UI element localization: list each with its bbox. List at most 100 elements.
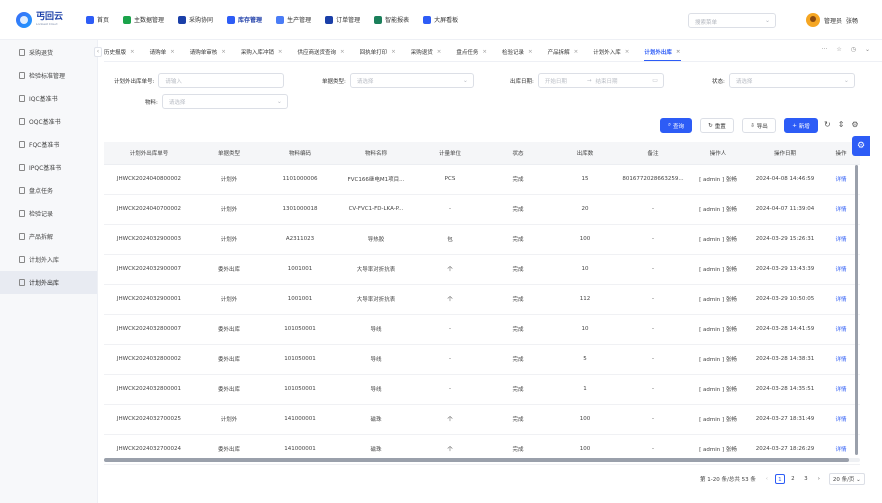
close-icon[interactable]: ×: [437, 49, 442, 55]
page-tab[interactable]: 盘点任务 ×: [456, 42, 487, 61]
close-icon[interactable]: ×: [676, 49, 681, 55]
page-tab[interactable]: 历史报版 ×: [104, 42, 135, 61]
close-icon[interactable]: ×: [528, 49, 533, 55]
close-icon[interactable]: ×: [391, 49, 396, 55]
page-tab[interactable]: 检验记录 ×: [502, 42, 533, 61]
order-no-filter: 计划外出库单号: 请输入: [114, 73, 285, 88]
sidebar-item[interactable]: 检验标准管理: [0, 64, 97, 87]
page-tab[interactable]: 回执单打印 ×: [360, 42, 396, 61]
top-menu-item[interactable]: 采购协同: [178, 15, 213, 24]
query-button[interactable]: ⌕ 查询: [660, 118, 692, 133]
column-header[interactable]: 操作人: [688, 142, 748, 165]
page-tab[interactable]: 产品拆解 ×: [548, 42, 579, 61]
tab-label: 采购退货: [410, 49, 433, 56]
table-cell: 导热胶: [336, 224, 416, 255]
page-number[interactable]: 2: [788, 474, 798, 484]
table-cell: -: [618, 314, 688, 345]
top-menu-item[interactable]: 智能报表: [374, 15, 409, 24]
date-end-placeholder: 结束日期: [595, 78, 618, 85]
close-icon[interactable]: ×: [221, 49, 226, 55]
page-number[interactable]: 3: [801, 474, 811, 484]
page-tab[interactable]: 采购退货 ×: [410, 42, 442, 61]
page-tab[interactable]: 采购入库冲销 ×: [241, 42, 283, 61]
avatar: [806, 13, 820, 27]
settings-icon[interactable]: ⚙: [851, 120, 858, 129]
top-menu-item[interactable]: 首页: [86, 15, 109, 24]
date-start-placeholder: 开始日期: [544, 78, 567, 85]
document-icon: [19, 164, 25, 171]
menu-item-icon: [178, 15, 187, 24]
close-icon[interactable]: ×: [130, 49, 135, 55]
chevron-down-icon[interactable]: ⌄: [865, 46, 870, 53]
column-header[interactable]: 备注: [618, 142, 688, 165]
star-icon[interactable]: ☆: [836, 46, 841, 53]
column-header[interactable]: 物料编码: [264, 142, 336, 165]
clock-icon[interactable]: ◷: [851, 46, 856, 53]
sidebar-item[interactable]: IPQC基准书: [0, 156, 97, 179]
type-select[interactable]: 请选择 ⌄: [349, 73, 474, 88]
table-row: JHWCK2024032800001 委外出库 101050001 导线 - 完成 1-[ …: [104, 374, 860, 405]
top-menu-item[interactable]: 订单管理: [325, 15, 360, 24]
page-size-select[interactable]: 20 条/页 ⌄: [828, 473, 865, 485]
page-tab[interactable]: 计划外入库 ×: [593, 42, 630, 61]
column-height-icon[interactable]: ⇕: [838, 120, 845, 129]
table-cell: -: [416, 344, 484, 375]
menu-search-select[interactable]: 搜索菜单 ⌄: [688, 13, 776, 28]
next-page-icon[interactable]: ›: [814, 474, 824, 484]
status-select[interactable]: 请选择 ⌄: [728, 73, 855, 88]
app-logo[interactable]: 丐回云 Lonbest Cloud: [16, 11, 86, 28]
settings-float-icon[interactable]: ⚙: [852, 136, 870, 156]
column-header[interactable]: 出库数: [552, 142, 618, 165]
more-tabs-icon[interactable]: ···: [822, 46, 828, 53]
sidebar: 采购退货 检验标准管理 IQC基准书 OQC基准书 FQC基准书 IPQC基准书 盘点任务检…: [0, 40, 102, 503]
top-menu-item[interactable]: 大屏看板: [423, 15, 458, 24]
top-menu-item[interactable]: 主数据管理: [123, 15, 164, 24]
close-icon[interactable]: ×: [625, 49, 630, 55]
top-menu-item[interactable]: 库存管理: [227, 15, 262, 24]
page-tab[interactable]: 计划外出库 ×: [644, 42, 681, 61]
scroll-thumb[interactable]: [104, 458, 849, 462]
top-menu-label: 库存管理: [238, 17, 263, 24]
reset-button[interactable]: ↻ 重置: [700, 118, 734, 133]
sidebar-item[interactable]: OQC基准书: [0, 110, 97, 133]
prev-page-icon[interactable]: ‹: [762, 474, 772, 484]
top-menu-item[interactable]: 生产管理: [276, 15, 311, 24]
collapse-sidebar-icon[interactable]: ‹: [94, 47, 102, 57]
vertical-scrollbar[interactable]: [855, 165, 858, 455]
order-no-input[interactable]: 请输入: [158, 73, 285, 88]
sidebar-item[interactable]: FQC基准书: [0, 133, 97, 156]
refresh-icon[interactable]: ↻: [824, 120, 831, 129]
menu-item-icon: [123, 15, 132, 24]
close-icon[interactable]: ×: [482, 49, 487, 55]
horizontal-scrollbar[interactable]: [104, 458, 860, 462]
column-header[interactable]: 物料名称: [336, 142, 416, 165]
column-header[interactable]: 计量单位: [416, 142, 484, 165]
close-icon[interactable]: ×: [340, 49, 345, 55]
column-header[interactable]: 操作日期: [748, 142, 822, 165]
table-cell: 8016772028663259...: [618, 164, 688, 195]
close-icon[interactable]: ×: [574, 49, 579, 55]
sidebar-item[interactable]: 采购退货: [0, 41, 97, 64]
add-button[interactable]: + 新增: [784, 118, 818, 133]
menu-item-icon: [86, 15, 94, 24]
table-cell: 5: [552, 344, 618, 375]
sidebar-item[interactable]: 计划外出库: [0, 271, 97, 294]
user-menu[interactable]: 管理员 张畅: [806, 13, 858, 27]
sidebar-item[interactable]: 计划外入库: [0, 248, 97, 271]
sidebar-item[interactable]: 产品拆解: [0, 225, 97, 248]
page-tab[interactable]: 供应商送货查询 ×: [298, 42, 345, 61]
page-tab[interactable]: 请购单 ×: [150, 42, 175, 61]
sidebar-item[interactable]: 检验记录: [0, 202, 97, 225]
date-range-picker[interactable]: 开始日期 → 结束日期 ▭: [537, 73, 664, 88]
column-header[interactable]: 单据类型: [194, 142, 264, 165]
sidebar-item[interactable]: 盘点任务: [0, 179, 97, 202]
page-tab[interactable]: 请购单审核 ×: [190, 42, 226, 61]
export-button[interactable]: ⇩ 导出: [742, 118, 776, 133]
sidebar-item[interactable]: IQC基准书: [0, 87, 97, 110]
close-icon[interactable]: ×: [170, 49, 175, 55]
page-number[interactable]: 1: [774, 474, 785, 484]
close-icon[interactable]: ×: [278, 49, 283, 55]
column-header[interactable]: 状态: [484, 142, 552, 165]
column-header[interactable]: 计划外出库单号: [104, 142, 194, 165]
material-select[interactable]: 请选择 ⌄: [161, 94, 288, 109]
